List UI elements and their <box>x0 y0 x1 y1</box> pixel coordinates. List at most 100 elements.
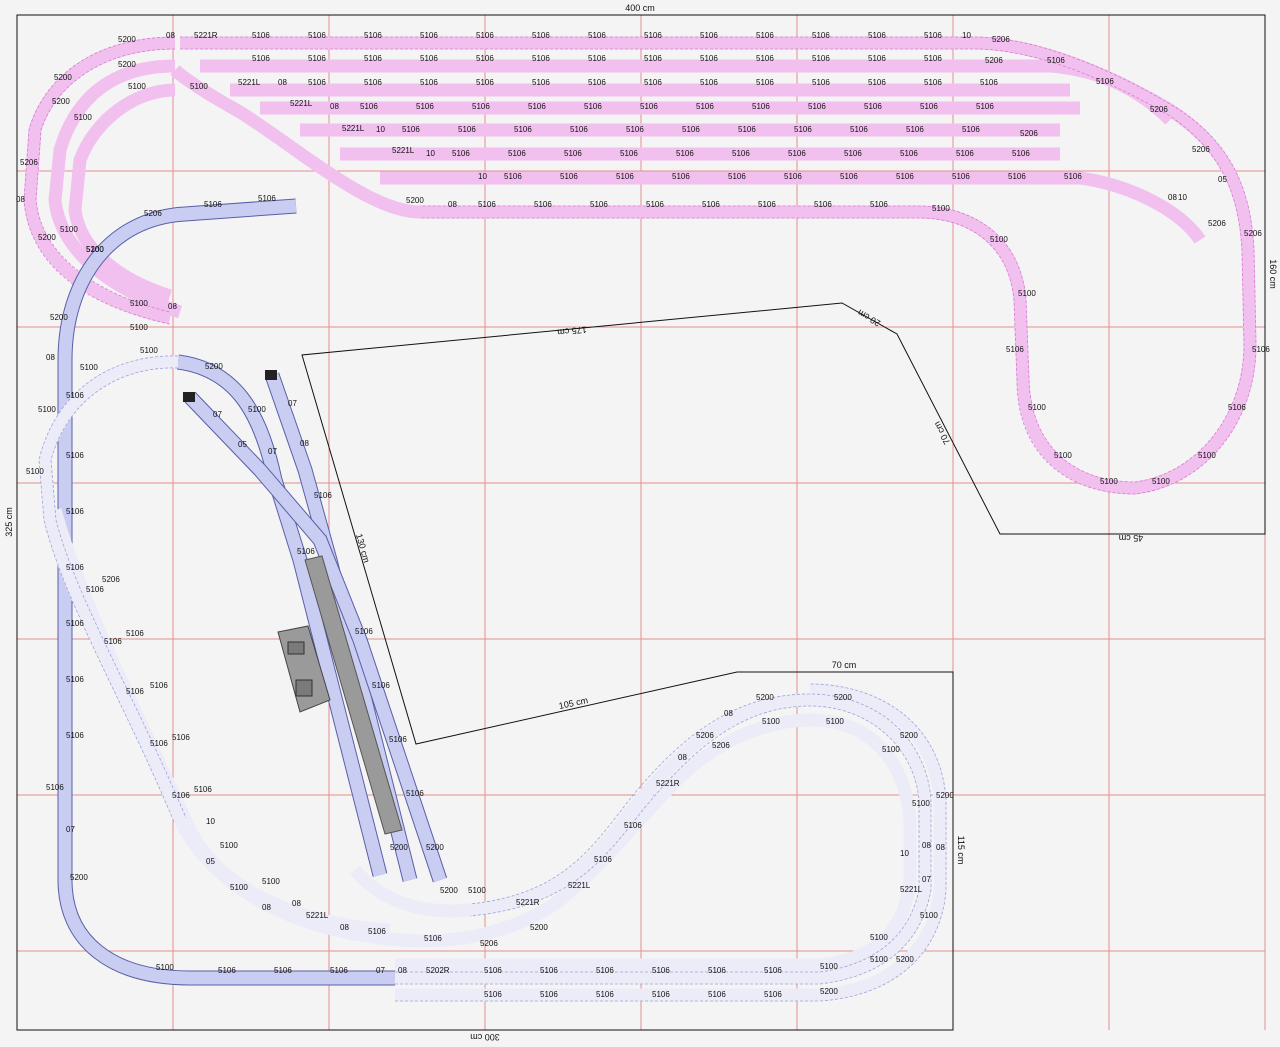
part-label: 5106 <box>626 125 644 134</box>
part-label: 5106 <box>66 731 84 740</box>
part-label: 5200 <box>52 97 70 106</box>
part-label: 10 <box>376 125 385 134</box>
part-label: 5106 <box>420 31 438 40</box>
part-label: 5106 <box>644 31 662 40</box>
part-label: 5100 <box>468 886 486 895</box>
part-label: 5106 <box>258 194 276 203</box>
part-label: 10 <box>206 817 215 826</box>
part-label: 5100 <box>1152 477 1170 486</box>
part-label: 5106 <box>590 200 608 209</box>
part-label: 08 <box>166 31 175 40</box>
part-label: 5106 <box>732 149 750 158</box>
part-label: 5106 <box>1228 403 1246 412</box>
part-label: 5106 <box>756 31 774 40</box>
part-label: 5100 <box>74 113 92 122</box>
part-label: 5106 <box>172 791 190 800</box>
part-label: 5106 <box>596 966 614 975</box>
part-label: 10 <box>1178 193 1187 202</box>
part-label: 5106 <box>702 200 720 209</box>
part-label: 5106 <box>700 54 718 63</box>
part-label: 5206 <box>20 158 38 167</box>
building-part-1 <box>287 641 305 655</box>
part-label: 5106 <box>308 54 326 63</box>
part-label: 5106 <box>924 54 942 63</box>
part-label: 07 <box>288 399 297 408</box>
part-label: 5106 <box>360 102 378 111</box>
part-label: 5106 <box>504 172 522 181</box>
part-label: 5106 <box>104 637 122 646</box>
part-label: 5100 <box>262 877 280 886</box>
part-label: 05 <box>1218 175 1227 184</box>
part-label: 08 <box>398 966 407 975</box>
part-label: 5106 <box>66 507 84 516</box>
dim-bottom: 300 cm <box>470 1032 500 1042</box>
part-label: 5106 <box>594 855 612 864</box>
part-label: 5200 <box>530 923 548 932</box>
part-label: 5100 <box>130 299 148 308</box>
part-label: 5106 <box>308 31 326 40</box>
part-label: 5200 <box>205 362 223 371</box>
part-label: 5200 <box>406 196 424 205</box>
part-label: 5106 <box>962 125 980 134</box>
dim-45: 45 cm <box>1119 533 1144 543</box>
part-label: 5106 <box>868 78 886 87</box>
part-label: 5100 <box>1018 289 1036 298</box>
part-label: 5106 <box>66 675 84 684</box>
part-label: 5106 <box>758 200 776 209</box>
part-label: 5106 <box>646 200 664 209</box>
dim-left: 325 cm <box>4 507 14 537</box>
part-label: 5200 <box>936 791 954 800</box>
part-label: 5106 <box>389 735 407 744</box>
part-label: 5100 <box>26 467 44 476</box>
part-label: 5106 <box>1096 77 1114 86</box>
part-label: 5200 <box>50 313 68 322</box>
part-label: 5106 <box>46 783 64 792</box>
part-label: 5106 <box>330 966 348 975</box>
part-label: 05 <box>206 857 215 866</box>
dim-top: 400 cm <box>625 3 655 13</box>
part-label: 5106 <box>528 102 546 111</box>
part-label: 5106 <box>424 934 442 943</box>
part-label: 5200 <box>118 60 136 69</box>
part-label: 5106 <box>696 102 714 111</box>
main-loop-tracks <box>57 198 448 986</box>
part-label: 5206 <box>985 56 1003 65</box>
part-label: 5221L <box>900 885 923 894</box>
part-label: 5200 <box>756 693 774 702</box>
part-label: 5100 <box>60 225 78 234</box>
part-label: 5106 <box>532 78 550 87</box>
part-label: 5200 <box>900 731 918 740</box>
part-label: 5100 <box>820 962 838 971</box>
part-label: 5200 <box>70 873 88 882</box>
buffer-stop-1 <box>265 370 277 380</box>
part-label: 5100 <box>990 235 1008 244</box>
part-label: 5106 <box>194 785 212 794</box>
part-label: 5106 <box>297 547 315 556</box>
part-label: 5221R <box>656 779 680 788</box>
part-label: 5106 <box>150 681 168 690</box>
part-label: 5200 <box>86 245 104 254</box>
part-label: 5106 <box>840 172 858 181</box>
part-label: 5100 <box>762 717 780 726</box>
part-label: 5206 <box>1020 129 1038 138</box>
part-label: 5106 <box>976 102 994 111</box>
grid <box>16 14 1266 1030</box>
part-label: 5206 <box>712 741 730 750</box>
part-label: 5100 <box>128 82 146 91</box>
part-label: 5221L <box>342 124 365 133</box>
part-label: 5221L <box>238 78 261 87</box>
part-label: 5100 <box>248 405 266 414</box>
part-label: 5221L <box>306 911 329 920</box>
part-label: 5106 <box>644 78 662 87</box>
part-label: 5106 <box>752 102 770 111</box>
part-label: 5106 <box>252 31 270 40</box>
part-label: 5106 <box>616 172 634 181</box>
part-label: 5200 <box>390 843 408 852</box>
part-label: 5106 <box>172 733 190 742</box>
part-label: 5106 <box>364 54 382 63</box>
part-label: 5106 <box>596 990 614 999</box>
part-label: 5106 <box>708 990 726 999</box>
part-label: 5106 <box>570 125 588 134</box>
part-label: 5100 <box>38 405 56 414</box>
part-label: 5100 <box>1054 451 1072 460</box>
